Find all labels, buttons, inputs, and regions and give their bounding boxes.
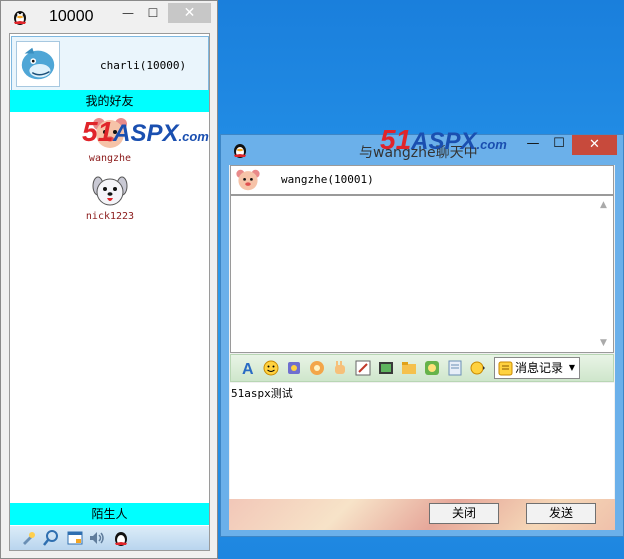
close-button[interactable]: ✕	[168, 3, 211, 23]
chat-window: 与wangzhe聊天中 — ☐ ✕ wangzhe(10001) ▲ ▼ A 消…	[220, 134, 624, 537]
maximize-button[interactable]: ☐	[146, 4, 160, 24]
folder-icon[interactable]	[400, 359, 418, 377]
qq-penguin-icon	[234, 144, 246, 158]
template-icon[interactable]	[446, 359, 464, 377]
sticker-icon[interactable]	[423, 359, 441, 377]
qq-penguin-icon	[14, 11, 26, 25]
history-icon	[498, 361, 513, 376]
send-button[interactable]: 发送	[526, 503, 596, 524]
chat-client-area: wangzhe(10001) ▲ ▼ A 消息记录 ▼ 51aspx测试 关闭 …	[229, 165, 615, 530]
hand-icon[interactable]	[331, 359, 349, 377]
self-profile-panel[interactable]: charli(10000)	[11, 36, 209, 91]
scroll-up-icon[interactable]: ▲	[600, 200, 607, 210]
message-history-button[interactable]: 消息记录 ▼	[494, 357, 580, 379]
vibrate-icon[interactable]	[285, 359, 303, 377]
format-toolbar: A 消息记录 ▼	[230, 354, 614, 382]
close-chat-button[interactable]: 关闭	[429, 503, 499, 524]
buddy-list-panel: charli(10000) 我的好友 wangzhe nick1223 陌生人	[9, 33, 210, 551]
friend-item-nick1223[interactable]: nick1223	[82, 174, 138, 222]
puppy-avatar	[92, 176, 128, 206]
peer-name: wangzhe(10001)	[281, 173, 374, 186]
settings-icon[interactable]	[20, 529, 38, 547]
manager-icon[interactable]	[66, 529, 84, 547]
magic-icon[interactable]	[308, 359, 326, 377]
dolphin-avatar	[16, 41, 60, 87]
svg-text:A: A	[242, 361, 254, 377]
minimize-button[interactable]: —	[121, 4, 135, 24]
buddy-list-titlebar[interactable]: 10000 — ☐ ✕	[1, 1, 217, 33]
friend-name: nick1223	[85, 211, 135, 222]
window-title: 10000	[49, 8, 94, 25]
qq-icon[interactable]	[112, 529, 130, 547]
message-input[interactable]	[230, 383, 614, 500]
chat-close-button[interactable]: ✕	[572, 135, 617, 155]
message-history[interactable]: ▲ ▼	[230, 195, 614, 353]
friend-name: wangzhe	[88, 153, 132, 164]
volume-icon[interactable]	[88, 529, 106, 547]
chat-minimize-button[interactable]: —	[521, 135, 545, 155]
buddy-list-window: 10000 — ☐ ✕ charli(10000) 我的好友 wangzhe n…	[0, 0, 218, 559]
font-icon[interactable]: A	[239, 359, 257, 377]
search-icon[interactable]	[42, 529, 60, 547]
emoji-icon[interactable]	[262, 359, 280, 377]
watermark-logo: 51ASPX.com	[82, 116, 209, 147]
voice-icon[interactable]	[469, 359, 487, 377]
group-my-friends[interactable]: 我的好友	[10, 90, 209, 112]
history-scrollbar[interactable]: ▲ ▼	[597, 196, 613, 352]
image-icon[interactable]	[377, 359, 395, 377]
self-name: charli(10000)	[100, 59, 187, 72]
peer-info-panel[interactable]: wangzhe(10001)	[230, 165, 614, 195]
buddy-list-toolbar	[10, 526, 209, 550]
dropdown-arrow-icon: ▼	[568, 363, 575, 372]
edit-icon[interactable]	[354, 359, 372, 377]
scroll-down-icon[interactable]: ▼	[600, 338, 607, 348]
chat-maximize-button[interactable]: ☐	[547, 135, 571, 155]
chat-bottom-bar: 关闭 发送	[229, 499, 615, 530]
group-strangers[interactable]: 陌生人	[10, 503, 209, 525]
message-history-label: 消息记录	[515, 361, 564, 375]
bear-avatar	[236, 169, 260, 191]
watermark-logo: 51ASPX.com	[380, 124, 507, 155]
